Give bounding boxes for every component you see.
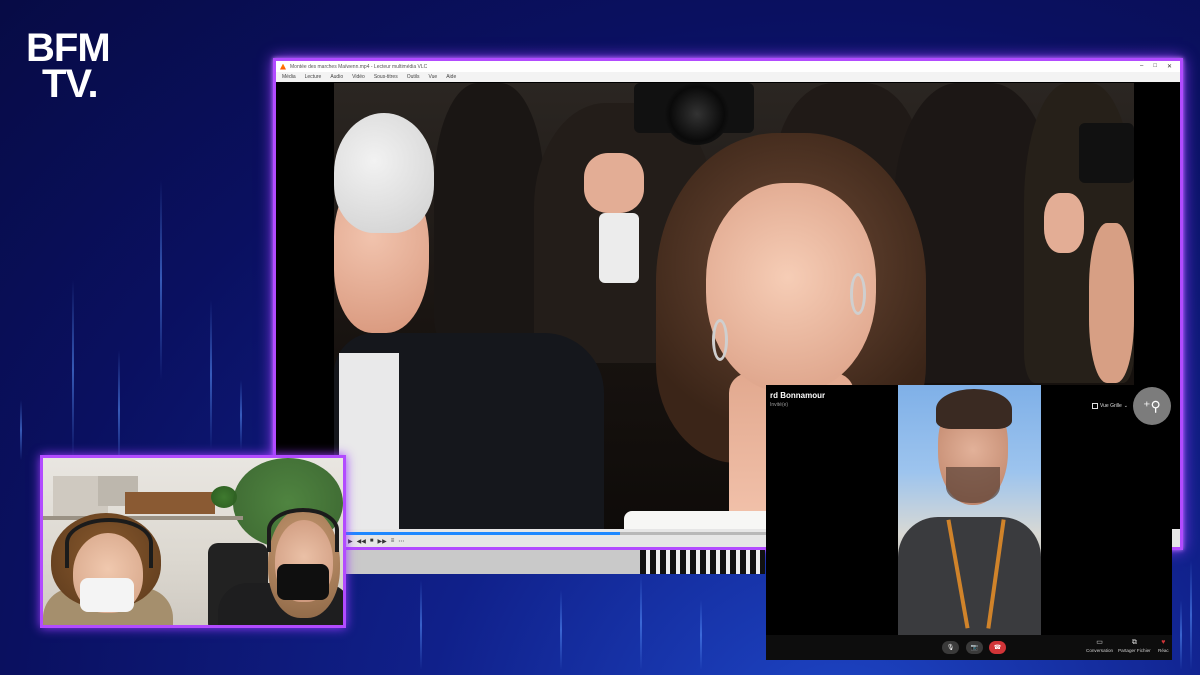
- previous-icon[interactable]: ◀◀: [357, 538, 366, 545]
- man-shirt: [339, 353, 399, 535]
- studio-camera-feed: [40, 455, 346, 628]
- menu-media[interactable]: Média: [282, 74, 296, 80]
- menu-audio[interactable]: Audio: [330, 74, 343, 80]
- logo-line2: TV.: [42, 62, 99, 106]
- photographer: [434, 83, 544, 343]
- earring: [850, 273, 866, 315]
- headset-icon: [267, 508, 339, 552]
- share-file-label: Partager Fichier: [1118, 648, 1151, 653]
- mic-button[interactable]: 🎙: [942, 641, 959, 654]
- menu-lecture[interactable]: Lecture: [305, 74, 322, 80]
- participant-name: rd Bonnamour: [770, 391, 826, 400]
- white-face-mask: [80, 578, 134, 612]
- conversation-label: Conversation: [1086, 648, 1114, 653]
- menu-tools[interactable]: Outils: [407, 74, 420, 80]
- minimize-icon[interactable]: –: [1140, 63, 1143, 70]
- chat-icon: ▭: [1096, 639, 1103, 646]
- logo-line1: BFM: [26, 26, 111, 70]
- add-person-icon: ⁺⚲: [1143, 397, 1161, 414]
- hangup-button[interactable]: ☎: [989, 641, 1006, 654]
- earring: [712, 319, 728, 361]
- chevron-down-icon: ⌄: [1123, 403, 1128, 409]
- close-icon[interactable]: ✕: [1167, 63, 1172, 70]
- vlc-title-bar[interactable]: Montée des marches Maïwenn.mp4 - Lecteur…: [276, 61, 1180, 72]
- video-camera-icon: 📷: [970, 645, 979, 651]
- camera-icon: [1079, 123, 1134, 183]
- react-button[interactable]: ♥ Réac: [1158, 639, 1169, 653]
- next-icon[interactable]: ▶▶: [377, 538, 386, 545]
- menu-subtitles[interactable]: Sous-titres: [374, 74, 398, 80]
- camera-button[interactable]: 📷: [966, 641, 983, 654]
- background-window-strip: [345, 550, 765, 574]
- react-label: Réac: [1158, 648, 1169, 653]
- desk-edge: [43, 516, 243, 520]
- add-participant-button[interactable]: ⁺⚲: [1133, 387, 1171, 425]
- conversation-button[interactable]: ▭ Conversation: [1086, 639, 1113, 653]
- share-file-button[interactable]: ⧉ Partager Fichier: [1118, 639, 1151, 653]
- menu-help[interactable]: Aide: [446, 74, 456, 80]
- vlc-cone-icon: [280, 63, 286, 70]
- mic-icon: 🎙: [946, 645, 955, 651]
- hand: [584, 153, 644, 213]
- headset-icon: [65, 518, 153, 568]
- lens-icon: [664, 83, 730, 145]
- shirt-cuff: [599, 213, 639, 283]
- playlist-icon[interactable]: ≡: [391, 538, 395, 545]
- call-toolbar: 🎙 📷 ☎ ▭ Conversation ⧉ Partager Fichier …: [766, 635, 1172, 660]
- play-icon[interactable]: ▶: [348, 538, 353, 545]
- teams-call-window: rd Bonnamour Invité(e) Vue Grille ⌄ 🎙 📷 …: [766, 385, 1172, 660]
- vlc-title: Montée des marches Maïwenn.mp4 - Lecteur…: [290, 63, 428, 70]
- menu-view[interactable]: Vue: [429, 74, 438, 80]
- participant-subtitle: Invité(e): [770, 402, 789, 408]
- hand: [1044, 193, 1084, 253]
- view-label: Vue Grille: [1100, 403, 1122, 409]
- hangup-icon: ☎: [993, 645, 1002, 651]
- grid-icon: [1092, 403, 1098, 409]
- seek-progress: [344, 532, 621, 535]
- face: [1089, 223, 1134, 383]
- foosball-table: [125, 492, 215, 514]
- man-hair: [334, 113, 434, 233]
- participant-beard: [946, 467, 1000, 503]
- heart-icon: ♥: [1161, 639, 1166, 646]
- menu-video[interactable]: Vidéo: [352, 74, 365, 80]
- stop-icon[interactable]: ■: [370, 538, 374, 545]
- black-face-mask: [277, 564, 329, 600]
- participant-shirt: [898, 517, 1041, 635]
- view-grid-toggle[interactable]: Vue Grille ⌄: [1092, 403, 1128, 409]
- bfmtv-logo: BFM TV.: [26, 26, 130, 106]
- maximize-icon[interactable]: □: [1153, 63, 1157, 70]
- artwork-thumbnail: [640, 550, 765, 574]
- participant-video: [898, 385, 1041, 635]
- participant-hair: [936, 389, 1012, 429]
- share-icon: ⧉: [1131, 639, 1137, 646]
- vlc-menu-bar: Média Lecture Audio Vidéo Sous-titres Ou…: [276, 72, 1180, 82]
- more-icon[interactable]: ⋯: [398, 538, 404, 545]
